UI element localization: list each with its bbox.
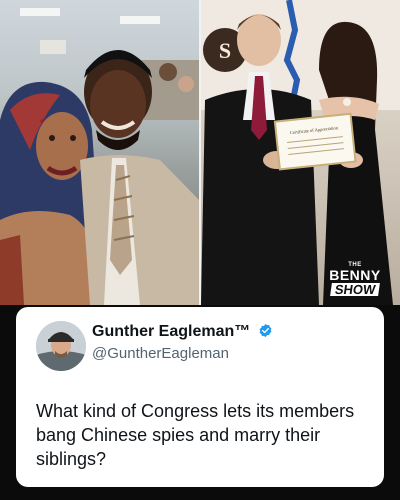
tweet-text: What kind of Congress lets its members b… [36, 401, 355, 469]
logo-mid-text: BENNY [329, 267, 381, 283]
display-name-text: Gunther Eagleman™ [92, 323, 251, 340]
photo-collage: S Certificate of Appreciation THE BENNY … [0, 0, 400, 305]
verified-badge-icon [259, 323, 272, 338]
left-photo-illustration [0, 8, 199, 305]
sign-letter: S [219, 38, 231, 63]
left-photo [0, 0, 199, 305]
display-name[interactable]: Gunther Eagleman™ [92, 323, 273, 341]
logo-bottom-text: SHOW [329, 282, 381, 297]
right-photo: S Certificate of Appreciation [201, 0, 400, 305]
avatar[interactable] [36, 321, 86, 371]
handle[interactable]: @GuntherEagleman [92, 345, 229, 362]
avatar-image [36, 321, 86, 371]
benny-show-logo: THE BENNY SHOW [324, 262, 386, 297]
tweet-card[interactable]: Gunther Eagleman™ @GuntherEagleman What … [16, 307, 384, 487]
right-photo-illustration: S Certificate of Appreciation [201, 0, 400, 305]
